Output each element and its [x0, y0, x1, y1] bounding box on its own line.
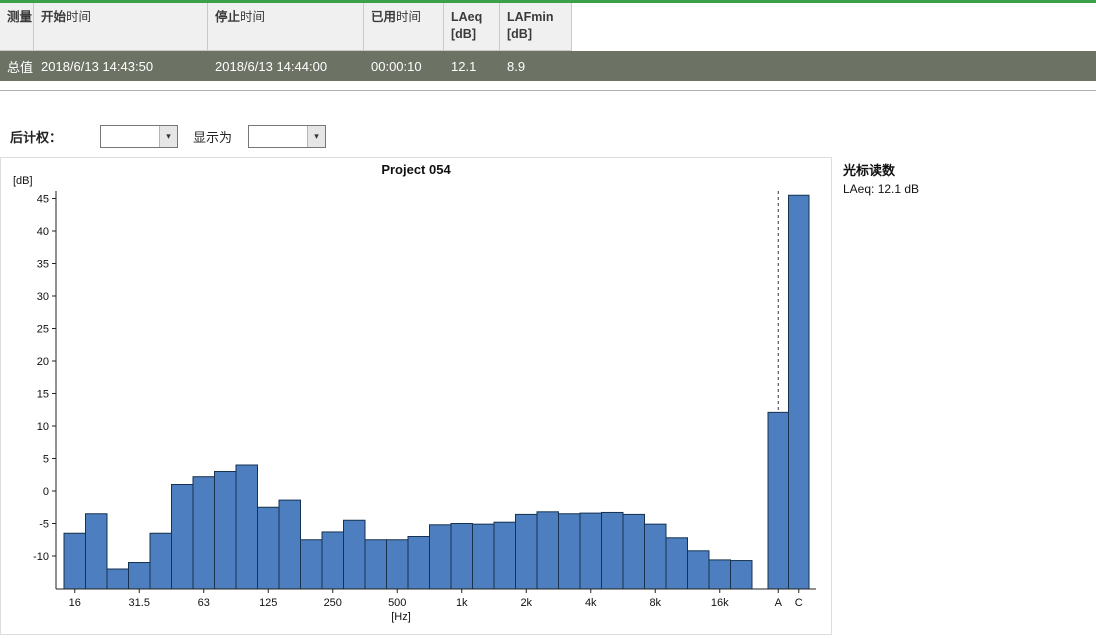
x-tick-label: 16k	[711, 597, 729, 609]
freq-bar-125[interactable]	[258, 507, 280, 589]
x-tick-label: 31.5	[129, 597, 150, 609]
freq-bar-5k[interactable]	[602, 512, 624, 589]
freq-bar-800[interactable]	[430, 525, 452, 589]
freq-bar-80[interactable]	[215, 472, 237, 590]
freq-bar-40[interactable]	[150, 533, 172, 589]
freq-bar-25[interactable]	[107, 569, 129, 589]
y-tick-label: -5	[39, 519, 49, 531]
freq-bar-20[interactable]	[86, 514, 108, 589]
display-as-label: 显示为	[193, 127, 248, 146]
y-tick-label: 10	[37, 421, 49, 433]
freq-bar-250[interactable]	[322, 532, 344, 589]
freq-bar-400[interactable]	[365, 540, 387, 589]
summary-cell: 12.1	[444, 59, 500, 74]
freq-bar-6.3k[interactable]	[623, 514, 645, 589]
freq-bar-1.25k[interactable]	[473, 524, 495, 589]
table-header-row: 测量开始时间停止时间已用时间LAeq[dB]LAFmin[dB]	[0, 3, 572, 51]
y-tick-label: 35	[37, 259, 49, 271]
weighted-bar-C[interactable]	[789, 195, 810, 589]
chart-panel: Project 054 454035302520151050-5-101631.…	[0, 157, 832, 635]
divider	[0, 90, 1096, 91]
controls-bar: 后计权： ▾ 显示为 ▾	[10, 124, 326, 149]
x-axis-unit-label: [Hz]	[391, 611, 411, 623]
x-tick-label: 8k	[649, 597, 661, 609]
y-tick-label: 25	[37, 324, 49, 336]
y-tick-label: 0	[43, 486, 49, 498]
x-tick-label-A: A	[775, 597, 783, 609]
summary-cell: 总值	[0, 57, 34, 76]
freq-bar-4k[interactable]	[580, 513, 602, 589]
x-tick-label: 16	[69, 597, 81, 609]
chevron-down-icon: ▾	[159, 126, 177, 147]
freq-bar-1k[interactable]	[451, 524, 473, 590]
freq-bar-500[interactable]	[387, 540, 409, 589]
display-as-select[interactable]: ▾	[248, 125, 326, 148]
y-tick-label: 30	[37, 291, 49, 303]
freq-bar-160[interactable]	[279, 500, 301, 589]
results-table: 测量开始时间停止时间已用时间LAeq[dB]LAFmin[dB] 总值2018/…	[0, 0, 1096, 81]
freq-bar-2.5k[interactable]	[537, 512, 559, 589]
table-summary-row[interactable]: 总值2018/6/13 14:43:502018/6/13 14:44:0000…	[0, 51, 1096, 81]
summary-cell: 8.9	[500, 59, 572, 74]
freq-bar-16k[interactable]	[709, 560, 731, 589]
summary-cell: 2018/6/13 14:43:50	[34, 59, 208, 74]
y-tick-label: 5	[43, 454, 49, 466]
post-weighting-select[interactable]: ▾	[100, 125, 178, 148]
y-tick-label: 15	[37, 389, 49, 401]
y-tick-label: -10	[33, 551, 49, 563]
x-tick-label: 4k	[585, 597, 597, 609]
x-tick-label-C: C	[795, 597, 803, 609]
cursor-readout-panel: 光标读数 LAeq: 12.1 dB	[843, 160, 1083, 196]
column-header: 开始时间	[34, 3, 208, 50]
y-tick-label: 45	[37, 194, 49, 206]
freq-bar-12.5k[interactable]	[688, 551, 710, 589]
weighted-bar-A[interactable]	[768, 412, 789, 589]
column-header: 停止时间	[208, 3, 364, 50]
freq-bar-315[interactable]	[344, 520, 366, 589]
x-tick-label: 1k	[456, 597, 468, 609]
post-weighting-label: 后计权：	[10, 127, 100, 146]
cursor-readout-value: LAeq: 12.1 dB	[843, 182, 1083, 196]
freq-bar-63[interactable]	[193, 477, 215, 589]
column-header: LAeq[dB]	[444, 3, 500, 50]
page: 测量开始时间停止时间已用时间LAeq[dB]LAFmin[dB] 总值2018/…	[0, 0, 1096, 638]
freq-bar-8k[interactable]	[645, 524, 667, 589]
freq-bar-200[interactable]	[301, 540, 323, 589]
freq-bar-100[interactable]	[236, 465, 258, 589]
freq-bar-50[interactable]	[172, 485, 194, 590]
freq-bar-3.15k[interactable]	[559, 514, 581, 589]
chevron-down-icon: ▾	[307, 126, 325, 147]
y-tick-label: 20	[37, 356, 49, 368]
x-tick-label: 250	[324, 597, 342, 609]
x-tick-label: 125	[259, 597, 277, 609]
x-tick-label: 500	[388, 597, 406, 609]
freq-bar-1.6k[interactable]	[494, 522, 516, 589]
summary-cell: 2018/6/13 14:44:00	[208, 59, 364, 74]
column-header: LAFmin[dB]	[500, 3, 572, 50]
freq-bar-16[interactable]	[64, 533, 86, 589]
cursor-readout-title: 光标读数	[843, 160, 1083, 179]
summary-cell: 00:00:10	[364, 59, 444, 74]
y-axis-unit-label: [dB]	[13, 175, 33, 187]
x-tick-label: 2k	[520, 597, 532, 609]
column-header: 已用时间	[364, 3, 444, 50]
freq-bar-10k[interactable]	[666, 538, 688, 589]
freq-bar-20k[interactable]	[731, 561, 753, 589]
column-header: 测量	[0, 3, 34, 50]
freq-bar-630[interactable]	[408, 537, 430, 590]
y-tick-label: 40	[37, 226, 49, 238]
spectrum-chart: 45 40 35 30 25 20 15 10 5 0 -5 -10 16 31.5 63 125 250 500…	[1, 158, 831, 634]
x-tick-label: 63	[198, 597, 210, 609]
freq-bar-31.5[interactable]	[129, 563, 151, 590]
freq-bar-2k[interactable]	[516, 514, 538, 589]
